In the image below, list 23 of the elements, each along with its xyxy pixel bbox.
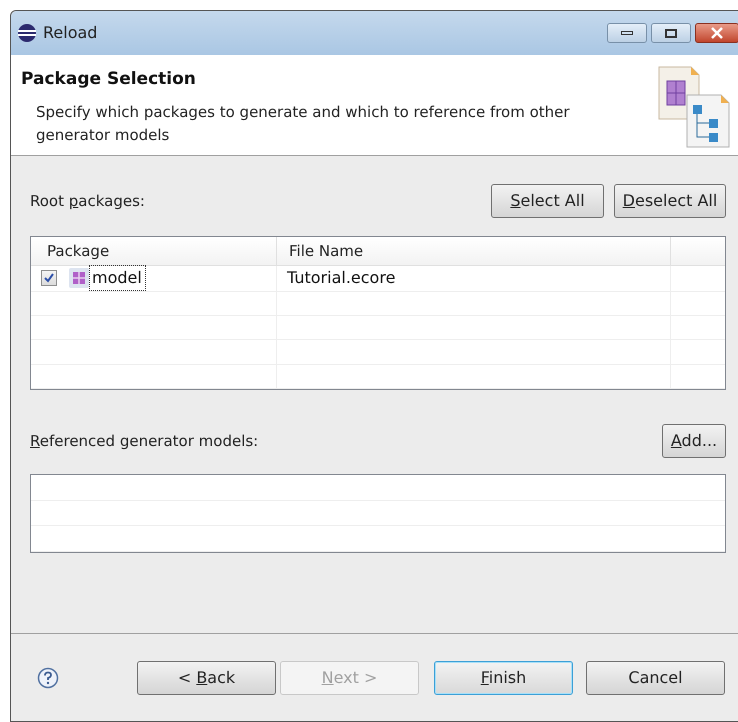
- page-description: Specify which packages to generate and which to reference from other generator models: [35, 102, 571, 146]
- column-header[interactable]: File Name: [277, 237, 671, 265]
- close-icon: [710, 27, 724, 39]
- help-icon[interactable]: [37, 666, 59, 688]
- close-button[interactable]: [695, 23, 738, 43]
- maximize-button[interactable]: [651, 23, 691, 43]
- file-name-cell-text: Tutorial.ecore: [287, 267, 396, 290]
- package-name[interactable]: model: [89, 265, 146, 292]
- dialog-button[interactable]: Cancel: [586, 660, 725, 694]
- dialog-button[interactable]: Finish: [434, 660, 573, 694]
- package-checkbox[interactable]: [41, 270, 57, 286]
- package-icon: [69, 268, 89, 288]
- minimize-button[interactable]: [607, 23, 647, 43]
- dialog-button[interactable]: Deselect All: [614, 184, 726, 218]
- root-packages-label: Root packages:: [30, 190, 145, 212]
- referenced-models-label: Referenced generator models:: [30, 430, 258, 452]
- window-title: Reload: [43, 22, 98, 44]
- dialog-button[interactable]: < Back: [137, 660, 276, 694]
- column-header[interactable]: Package: [31, 237, 277, 265]
- eclipse-icon: [17, 23, 37, 43]
- page-title: Package Selection: [21, 68, 197, 91]
- dialog-button[interactable]: Select All: [491, 184, 604, 218]
- dialog-button[interactable]: Add...: [662, 424, 726, 458]
